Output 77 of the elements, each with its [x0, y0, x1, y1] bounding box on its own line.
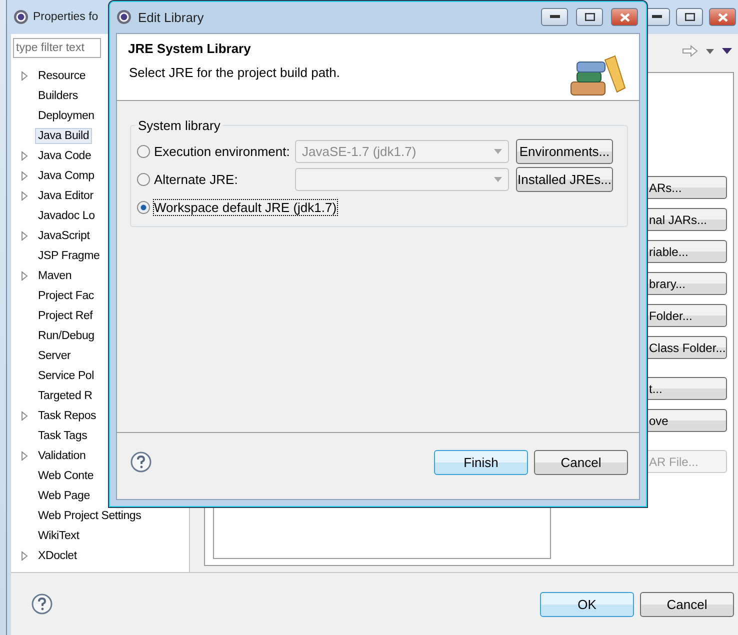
close-icon: [718, 12, 728, 22]
tree-item[interactable]: Java Editor: [35, 188, 96, 204]
close-icon: [620, 12, 630, 22]
dropdown-arrow-icon: [494, 176, 502, 182]
radio-label[interactable]: Alternate JRE:: [154, 172, 299, 186]
tree-item[interactable]: WikiText: [35, 528, 82, 544]
side-button[interactable]: ove: [647, 409, 727, 432]
maximize-button[interactable]: [676, 8, 703, 26]
cancel-button[interactable]: Cancel: [640, 592, 734, 616]
tree-item[interactable]: Java Build: [35, 128, 92, 144]
side-button[interactable]: nal JARs...: [647, 208, 727, 231]
page-message: Select JRE for the project build path.: [129, 65, 342, 80]
minimize-icon: [652, 15, 662, 19]
expand-arrow-icon[interactable]: [21, 411, 29, 421]
radio-button[interactable]: [137, 200, 150, 214]
expand-arrow-icon[interactable]: [21, 451, 29, 461]
tree-item[interactable]: Run/Debug: [35, 328, 98, 344]
forward-arrow-icon[interactable]: [682, 45, 698, 57]
tree-item[interactable]: JSP Fragme: [35, 248, 103, 264]
tree-item[interactable]: Task Repos: [35, 408, 100, 424]
side-button[interactable]: brary...: [647, 272, 727, 295]
tree-item[interactable]: Project Ref: [35, 308, 96, 324]
menu-caret-icon[interactable]: [722, 48, 732, 54]
side-button[interactable]: ARs...: [647, 176, 727, 199]
tree-item[interactable]: Validation: [35, 448, 89, 464]
page-title: JRE System Library: [128, 41, 252, 56]
tree-item[interactable]: Task Tags: [35, 428, 90, 444]
ok-button[interactable]: OK: [540, 592, 634, 616]
expand-arrow-icon[interactable]: [21, 151, 29, 161]
tree-item[interactable]: Maven: [35, 268, 75, 284]
radio-button[interactable]: [137, 172, 150, 186]
dropdown-caret-icon[interactable]: [706, 48, 714, 54]
expand-arrow-icon[interactable]: [21, 191, 29, 201]
tree-item[interactable]: Builders: [35, 88, 81, 104]
filter-field[interactable]: type filter text: [13, 38, 101, 58]
minimize-button[interactable]: [541, 8, 568, 26]
tree-item[interactable]: Service Pol: [35, 368, 97, 384]
expand-arrow-icon[interactable]: [21, 551, 29, 561]
tree-item[interactable]: Web Page: [35, 488, 93, 504]
close-button[interactable]: [611, 8, 638, 26]
tree-item[interactable]: XDoclet: [35, 548, 80, 564]
tree-item[interactable]: Targeted R: [35, 388, 96, 404]
tree-item[interactable]: Resource: [35, 68, 89, 84]
group-title: System library: [137, 118, 222, 133]
options-button[interactable]: Installed JREs...: [516, 166, 613, 192]
tree-item[interactable]: Deploymen: [35, 108, 98, 124]
expand-arrow-icon[interactable]: [21, 271, 29, 281]
maximize-button[interactable]: [576, 8, 603, 26]
side-button[interactable]: t...: [647, 377, 727, 400]
help-icon[interactable]: [31, 593, 53, 615]
window-title: Properties fo: [33, 11, 98, 23]
radio-button[interactable]: [137, 144, 150, 158]
tree-item[interactable]: Java Code: [35, 148, 94, 164]
expand-arrow-icon[interactable]: [21, 71, 29, 81]
side-button[interactable]: riable...: [647, 240, 727, 263]
expand-arrow-icon[interactable]: [21, 171, 29, 181]
tree-item[interactable]: Project Fac: [35, 288, 97, 304]
cancel-button[interactable]: Cancel: [534, 450, 628, 474]
expand-arrow-icon[interactable]: [21, 231, 29, 241]
dropdown-arrow-icon: [494, 148, 502, 154]
tree-item[interactable]: Web Project Settings: [35, 508, 144, 524]
radio-label[interactable]: Workspace default JRE (jdk1.7): [154, 200, 337, 214]
tree-item[interactable]: JavaScript: [35, 228, 93, 244]
finish-button[interactable]: Finish: [434, 450, 528, 474]
help-icon[interactable]: [130, 451, 152, 473]
maximize-icon: [584, 13, 594, 21]
side-button[interactable]: Class Folder...: [647, 336, 727, 359]
minimize-icon: [550, 15, 560, 19]
options-button[interactable]: Environments...: [516, 138, 613, 164]
tree-item[interactable]: Server: [35, 348, 74, 364]
dialog-title: Edit Library: [138, 10, 204, 24]
close-button[interactable]: [709, 8, 736, 26]
tree-item[interactable]: Web Conte: [35, 468, 97, 484]
tree-item[interactable]: Java Comp: [35, 168, 98, 184]
maximize-icon: [684, 13, 694, 21]
side-button[interactable]: Folder...: [647, 304, 727, 327]
tree-item[interactable]: Javadoc Lo: [35, 208, 98, 224]
